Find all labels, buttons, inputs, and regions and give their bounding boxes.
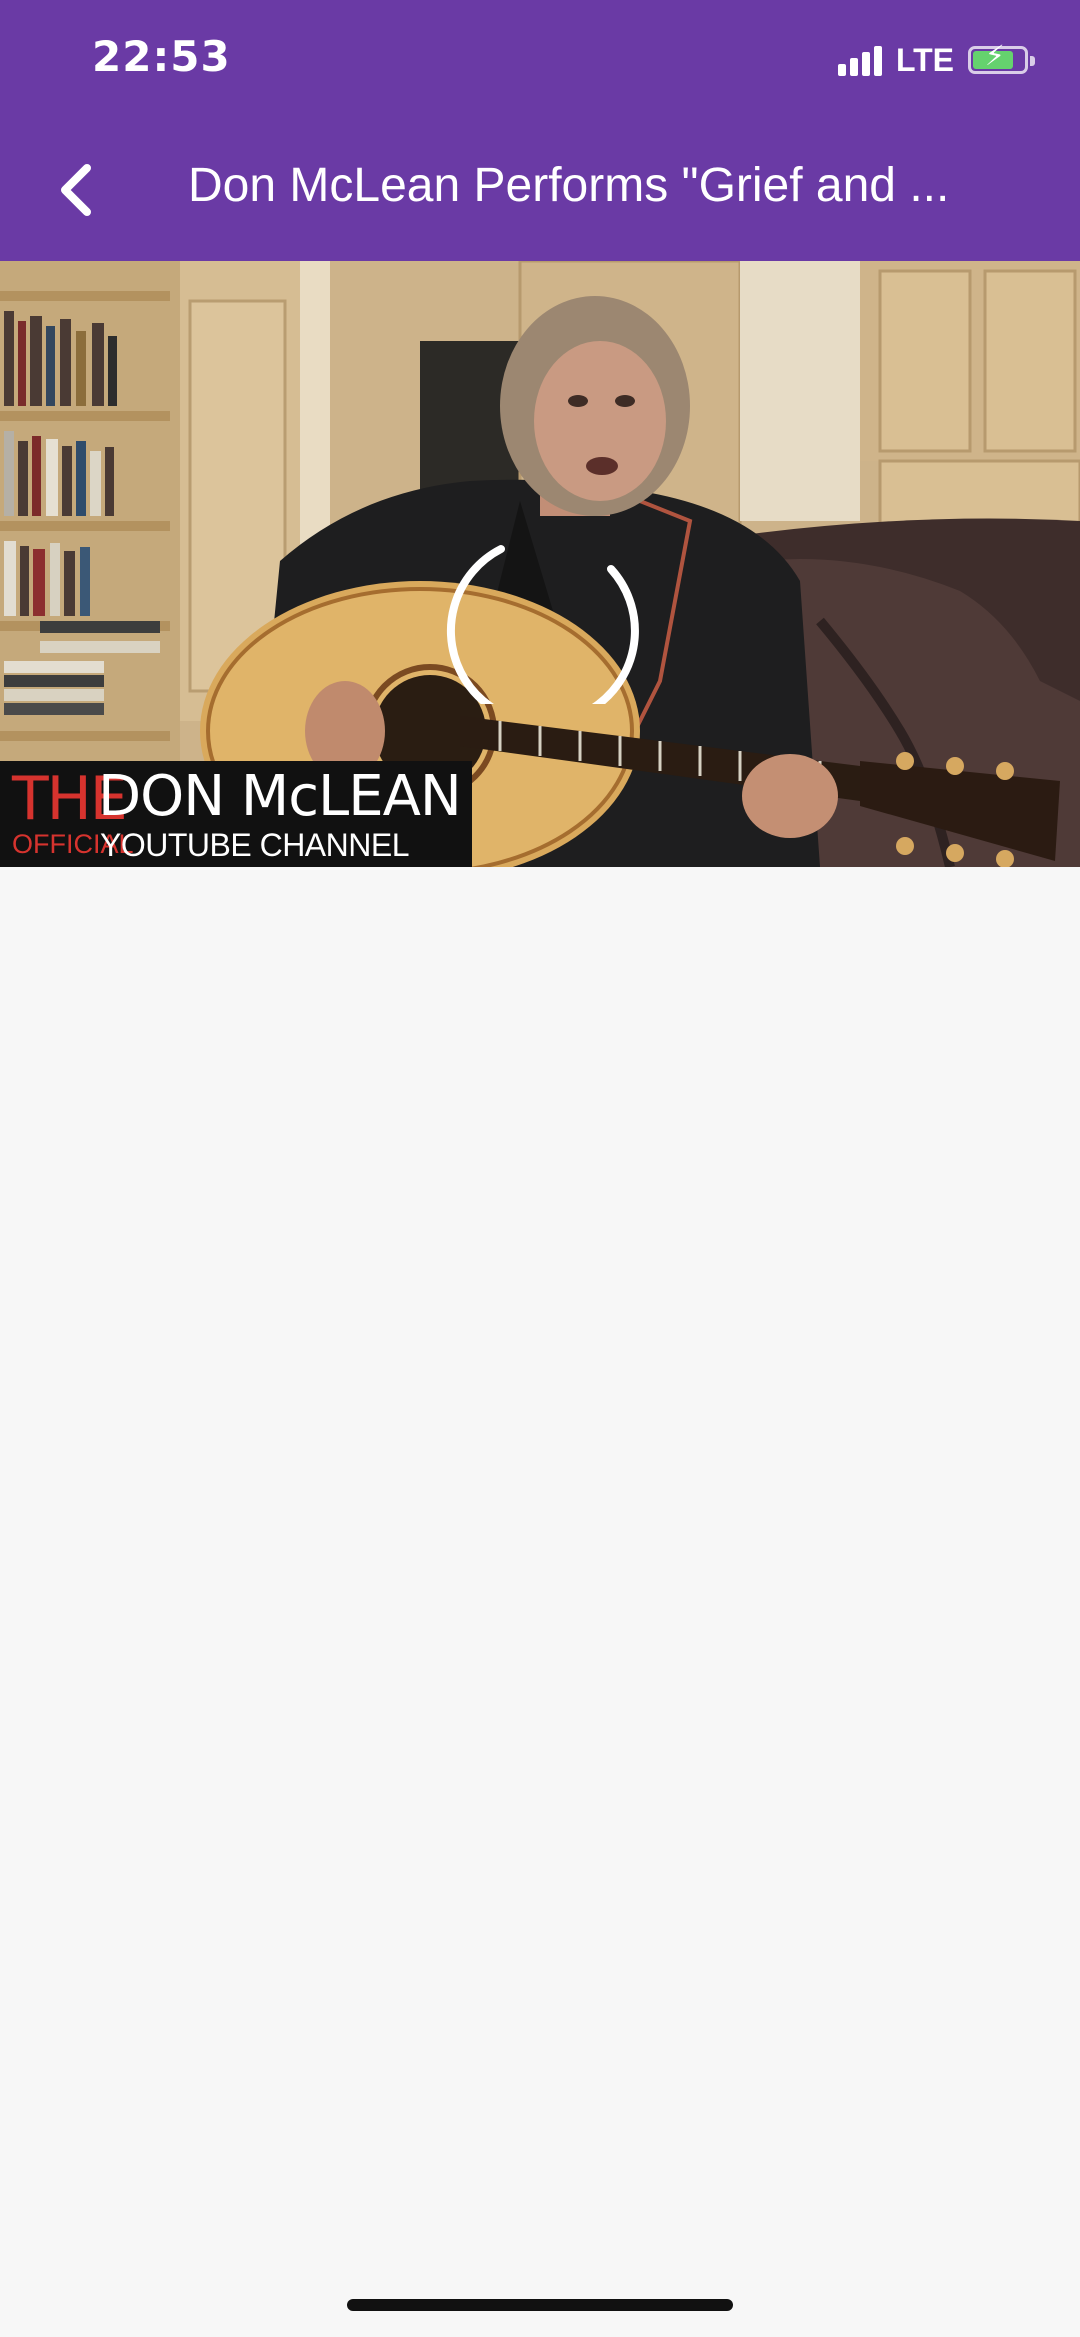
home-indicator[interactable]: [347, 2299, 733, 2311]
signal-strength-icon: [837, 44, 886, 76]
video-player[interactable]: THE DON McLEAN OFFICIAL YOUTUBE CHANNEL: [0, 261, 1080, 867]
network-type-label: LTE: [895, 41, 954, 78]
back-button[interactable]: [40, 150, 110, 230]
status-time: 22:53: [92, 32, 231, 81]
battery-charging-icon: ⚡: [968, 42, 1035, 74]
loading-spinner-icon: [446, 545, 639, 704]
page-title: Don McLean Performs "Grief and ...: [188, 159, 950, 212]
chevron-left-icon: [61, 164, 91, 216]
top-app-bar: 22:53 LTE ⚡ Don McLean Performs "Grief a…: [0, 0, 1080, 261]
status-indicators: LTE ⚡: [837, 40, 1035, 80]
banner-name-text: DON McLEAN: [98, 764, 462, 829]
banner-channel-text: YOUTUBE CHANNEL: [100, 827, 410, 863]
channel-watermark: THE DON McLEAN OFFICIAL YOUTUBE CHANNEL: [0, 761, 472, 867]
